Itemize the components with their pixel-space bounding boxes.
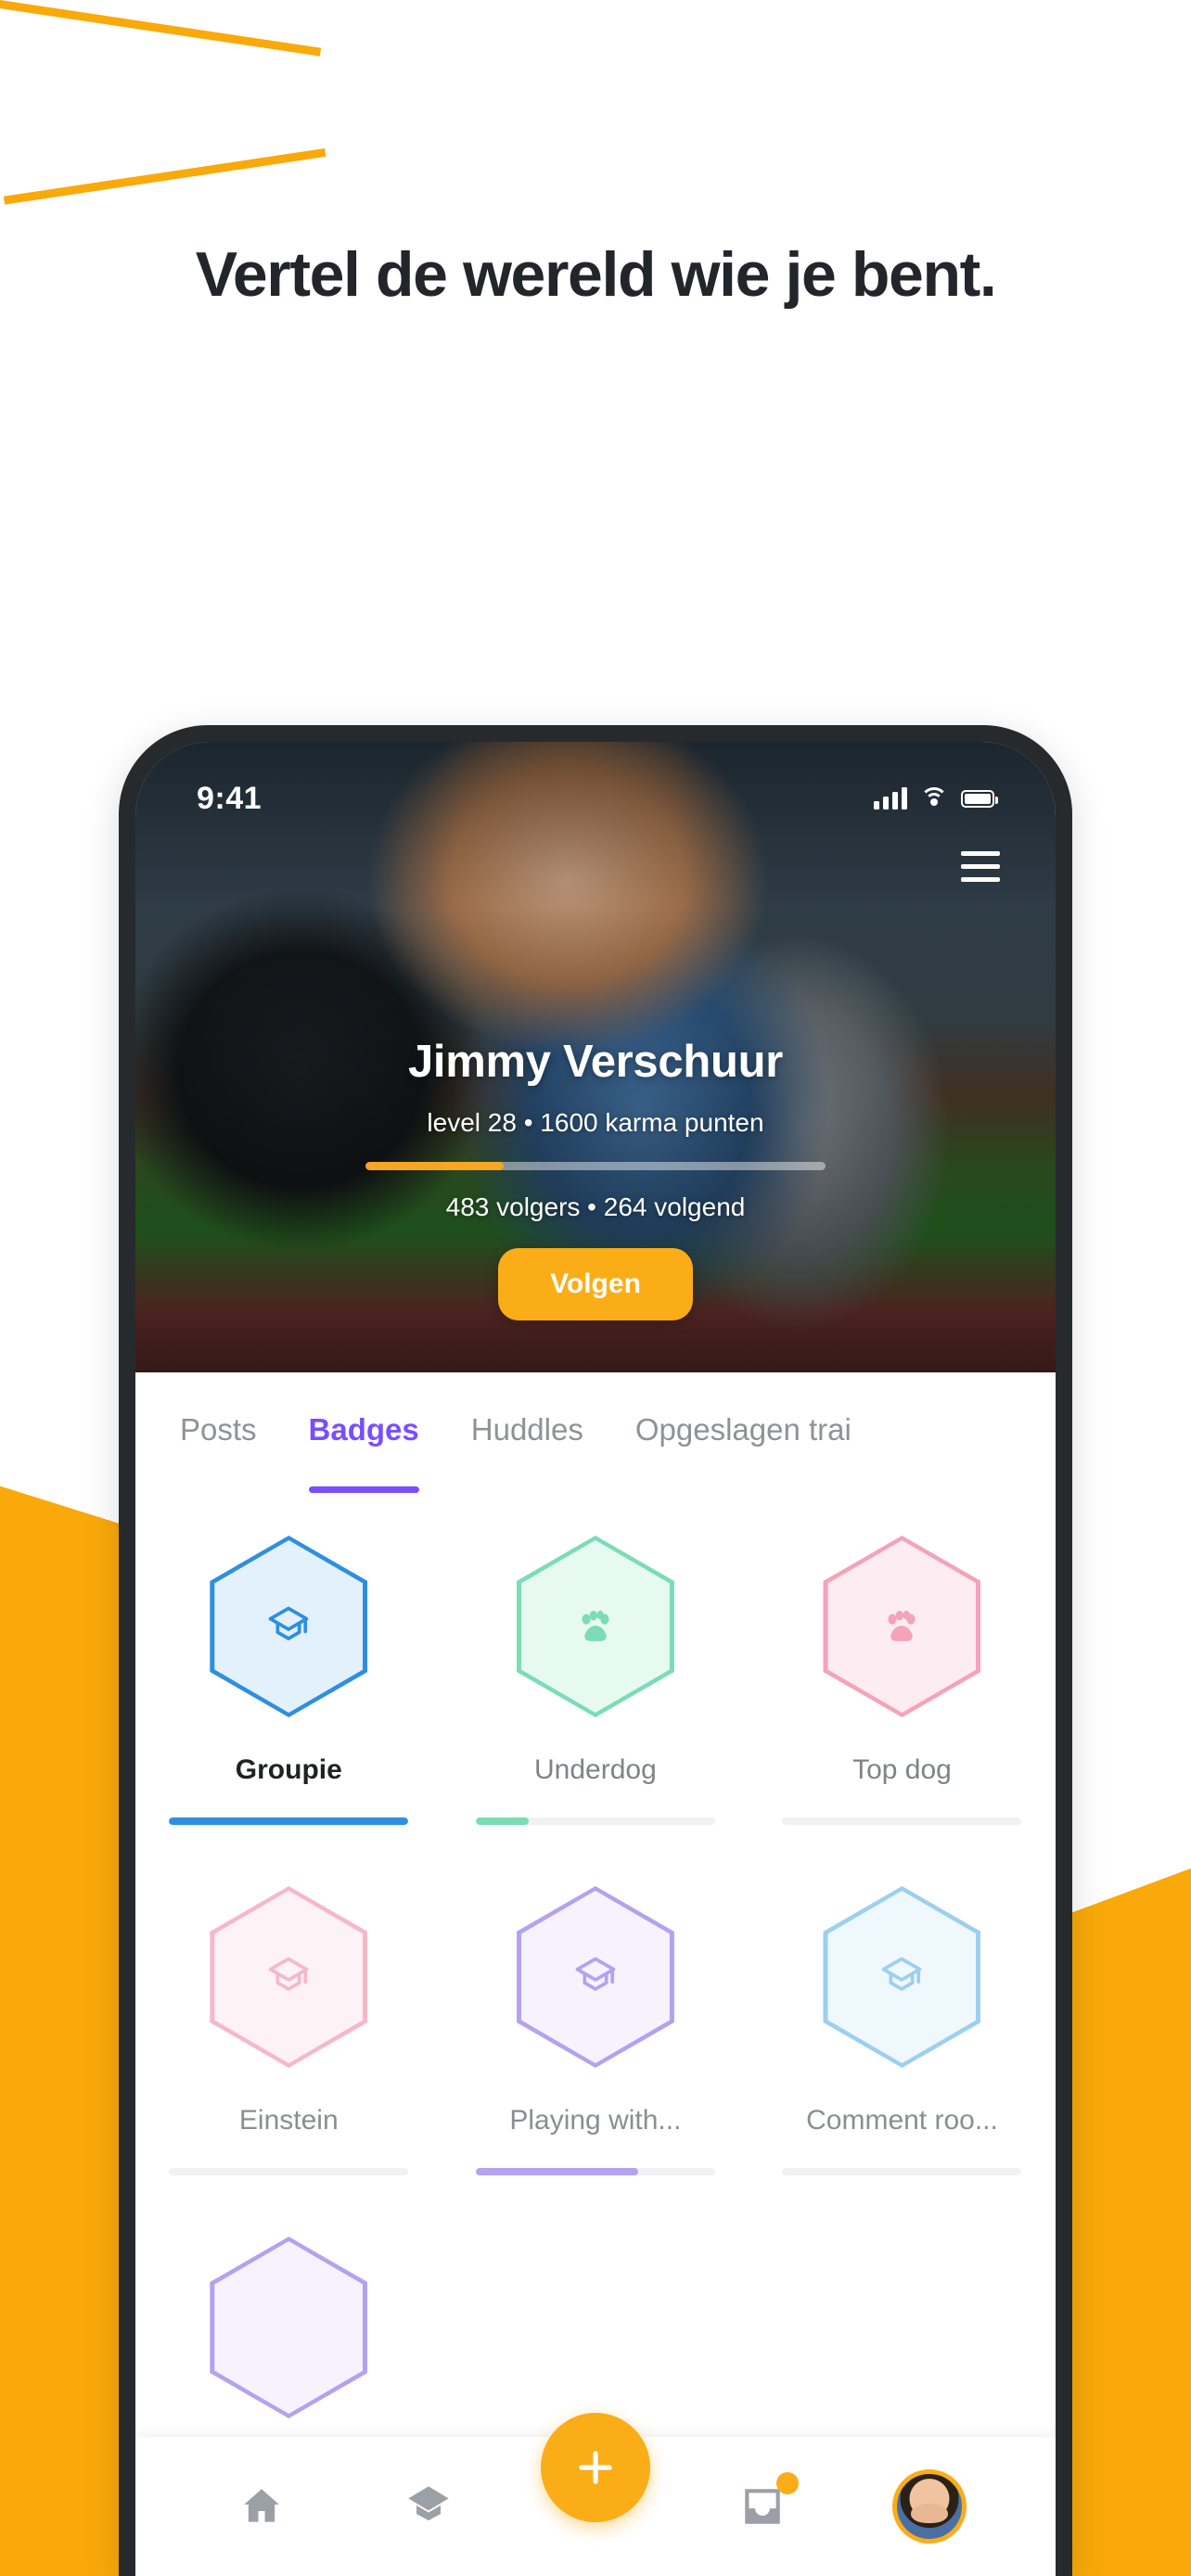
badge-label: Comment roo...: [806, 2105, 998, 2136]
badge-progress-bar: [782, 2168, 1022, 2175]
status-bar-clock: 9:41: [197, 780, 263, 816]
tab-posts[interactable]: Posts: [180, 1412, 257, 1453]
badges-grid: Groupie Underdog Top dog Einstein Playing wi…: [135, 1493, 1056, 2439]
tab-opgeslagen-trai[interactable]: Opgeslagen trai: [635, 1412, 852, 1453]
badge-label: Top dog: [852, 1754, 952, 1785]
add-fab-button[interactable]: [541, 2413, 650, 2522]
level-progress-bar: [365, 1162, 826, 1170]
profile-cover-photo: 9:41 Jimmy Verschuur level 28 • 1600 kar…: [135, 742, 1056, 1372]
badge-progress-bar: [475, 2168, 715, 2175]
badge-item[interactable]: Comment roo...: [749, 1886, 1056, 2175]
badge-hexagon: [823, 1536, 981, 1717]
graduation-cap-icon: [268, 1957, 309, 1991]
badge-hexagon: [823, 1886, 981, 2068]
badge-hexagon: [516, 1886, 674, 2068]
active-tab-underline: [309, 1486, 419, 1493]
wifi-icon: [920, 787, 948, 810]
badge-label: Einstein: [238, 2105, 339, 2136]
profile-tabs: Posts Badges Huddles Opgeslagen trai: [135, 1372, 1056, 1493]
badge-item[interactable]: Einstein: [135, 1886, 442, 2175]
badge-progress-bar: [169, 2168, 409, 2175]
badge-row-gap: [135, 2175, 1056, 2237]
profile-header: Jimmy Verschuur level 28 • 1600 karma pu…: [135, 1036, 1056, 1320]
profile-follow-stats: 483 volgers • 264 volgend: [445, 1192, 746, 1221]
hamburger-menu-icon[interactable]: [961, 851, 1000, 882]
cellular-signal-icon: [874, 787, 907, 810]
badge-hexagon: [516, 1536, 674, 1717]
phone-screen: 9:41 Jimmy Verschuur level 28 • 1600 kar…: [135, 742, 1056, 2576]
badge-row-gap: [135, 1825, 1056, 1886]
badge-row: Einstein Playing with... Comment roo...: [135, 1886, 1056, 2175]
status-bar: 9:41: [135, 773, 1056, 823]
badge-progress-bar: [782, 1817, 1022, 1825]
badge-item[interactable]: Top dog: [749, 1536, 1056, 1825]
follow-button[interactable]: Volgen: [498, 1248, 693, 1320]
notification-badge-dot: [776, 2472, 799, 2494]
paw-icon: [582, 1610, 609, 1641]
badge-item[interactable]: Underdog: [442, 1536, 749, 1825]
plus-icon: [579, 2451, 612, 2484]
badge-item[interactable]: [135, 2237, 442, 2418]
page-title: Vertel de wereld wie je bent.: [195, 239, 997, 310]
graduation-cap-icon: [408, 2486, 449, 2521]
graduation-cap-icon: [268, 1606, 309, 1640]
tab-badges[interactable]: Badges: [309, 1412, 419, 1453]
badge-row-partial: [135, 2237, 1056, 2418]
badge-row: Groupie Underdog Top dog: [135, 1536, 1056, 1825]
badge-hexagon: [210, 2237, 368, 2418]
profile-name: Jimmy Verschuur: [407, 1037, 784, 1087]
badge-hexagon: [210, 1886, 368, 2068]
badge-progress-bar: [475, 1817, 715, 1825]
badge-progress-bar: [169, 1817, 409, 1825]
nav-profile-button[interactable]: [888, 2465, 971, 2548]
badge-item[interactable]: Groupie: [135, 1536, 442, 1825]
paw-icon: [888, 1610, 916, 1641]
graduation-cap-icon: [575, 1957, 616, 1991]
screenshot-root: Vertel de wereld wie je bent. 9:41 Jimmy…: [0, 0, 1191, 2576]
badge-hexagon: [210, 1536, 368, 1717]
badge-label: Playing with...: [509, 2105, 682, 2136]
nav-inbox-button[interactable]: [721, 2465, 804, 2548]
badge-label: Groupie: [235, 1754, 342, 1785]
battery-icon: [961, 789, 998, 808]
tab-huddles[interactable]: Huddles: [471, 1412, 583, 1453]
graduation-cap-icon: [882, 1957, 922, 1991]
phone-mockup: 9:41 Jimmy Verschuur level 28 • 1600 kar…: [119, 725, 1072, 2576]
profile-level-karma: level 28 • 1600 karma punten: [427, 1108, 764, 1137]
badge-item[interactable]: Playing with...: [442, 1886, 749, 2175]
avatar: [892, 2469, 967, 2544]
nav-home-button[interactable]: [220, 2465, 303, 2548]
nav-learn-button[interactable]: [387, 2465, 470, 2548]
badge-label: Underdog: [534, 1754, 657, 1785]
home-icon: [244, 2489, 279, 2522]
